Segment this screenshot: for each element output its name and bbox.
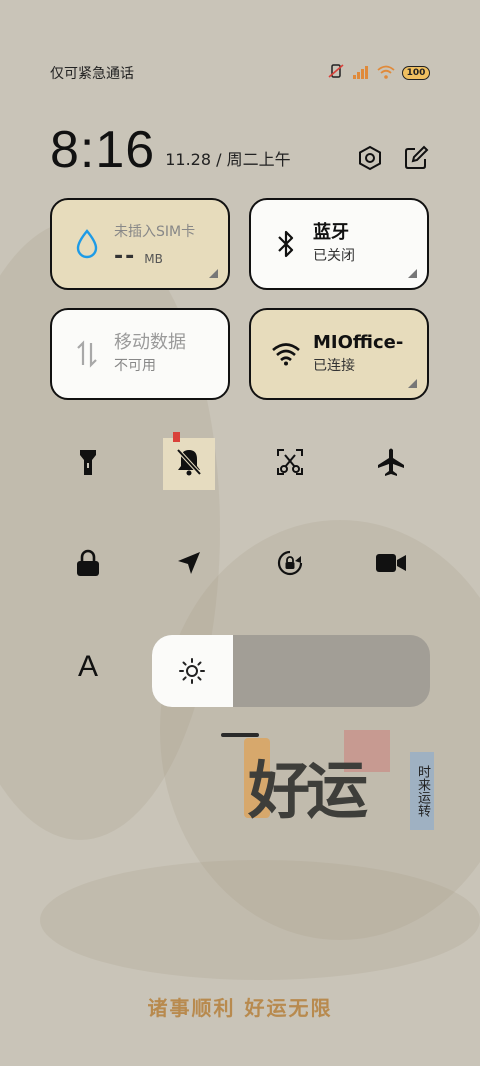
data-usage-value: -- (114, 243, 137, 269)
clock-row: 8:16 11.28 / 周二上午 (50, 118, 430, 178)
wifi-network-name: MIOffice- (313, 332, 404, 353)
signal-icon (352, 64, 370, 83)
screenshot-toggle[interactable] (264, 438, 316, 490)
airplane-toggle[interactable] (365, 438, 417, 490)
airplane-icon (376, 447, 406, 481)
flashlight-toggle[interactable] (62, 438, 114, 490)
location-toggle[interactable] (163, 539, 215, 591)
expand-corner-icon (408, 379, 417, 388)
bluetooth-icon (271, 229, 301, 259)
status-bar: 仅可紧急通话 100 (50, 62, 430, 84)
lock-icon (75, 548, 101, 582)
screenshot-icon (276, 448, 304, 480)
rotation-lock-toggle[interactable] (264, 539, 316, 591)
clock-date: 11.28 / 周二上午 (165, 150, 291, 169)
expand-corner-icon (209, 269, 218, 278)
data-usage-unit: MB (144, 251, 163, 266)
video-camera-icon (375, 551, 407, 579)
font-size-button[interactable]: A (74, 650, 102, 684)
wifi-tile[interactable]: MIOffice- 已连接 (249, 308, 429, 400)
battery-icon: 100 (402, 66, 430, 80)
sim-status-label: 未插入SIM卡 (114, 223, 196, 240)
bell-off-icon (175, 447, 203, 481)
wifi-status: 已连接 (313, 358, 355, 374)
bluetooth-label: 蓝牙 (313, 222, 349, 243)
artwork-calligraphy: 好运 (248, 754, 368, 827)
wifi-icon (376, 64, 396, 83)
location-icon (176, 550, 202, 580)
wifi-icon (271, 339, 301, 369)
screen-record-toggle[interactable] (365, 539, 417, 591)
clock-time: 8:16 (50, 121, 156, 179)
mute-toggle[interactable] (163, 432, 215, 490)
water-drop-icon (72, 229, 102, 259)
artwork-side-text: 时来运转 (410, 752, 434, 830)
mobile-data-label: 移动数据 (114, 332, 186, 353)
sun-icon (178, 657, 206, 685)
status-icons: 100 (326, 63, 430, 83)
rotation-lock-icon (274, 547, 306, 583)
mobile-data-status: 不可用 (114, 358, 156, 374)
flashlight-icon (77, 446, 99, 482)
blessing-text: 诸事顺利 好运无限 (147, 996, 333, 1020)
carrier-label: 仅可紧急通话 (50, 66, 134, 82)
lock-toggle[interactable] (62, 539, 114, 591)
wallpaper-artwork: 好运 时来运转 (240, 730, 440, 840)
bluetooth-status: 已关闭 (313, 248, 355, 264)
bluetooth-tile[interactable]: 蓝牙 已关闭 (249, 198, 429, 290)
brightness-slider[interactable] (152, 635, 430, 707)
data-arrows-icon (72, 339, 102, 369)
sim-data-tile[interactable]: 未插入SIM卡 -- MB (50, 198, 230, 290)
vibrate-off-icon (326, 63, 346, 83)
edit-icon[interactable] (402, 144, 430, 172)
active-flag (173, 432, 180, 442)
settings-icon[interactable] (356, 144, 384, 172)
expand-corner-icon (408, 269, 417, 278)
mobile-data-tile[interactable]: 移动数据 不可用 (50, 308, 230, 400)
clock-actions (356, 144, 430, 172)
